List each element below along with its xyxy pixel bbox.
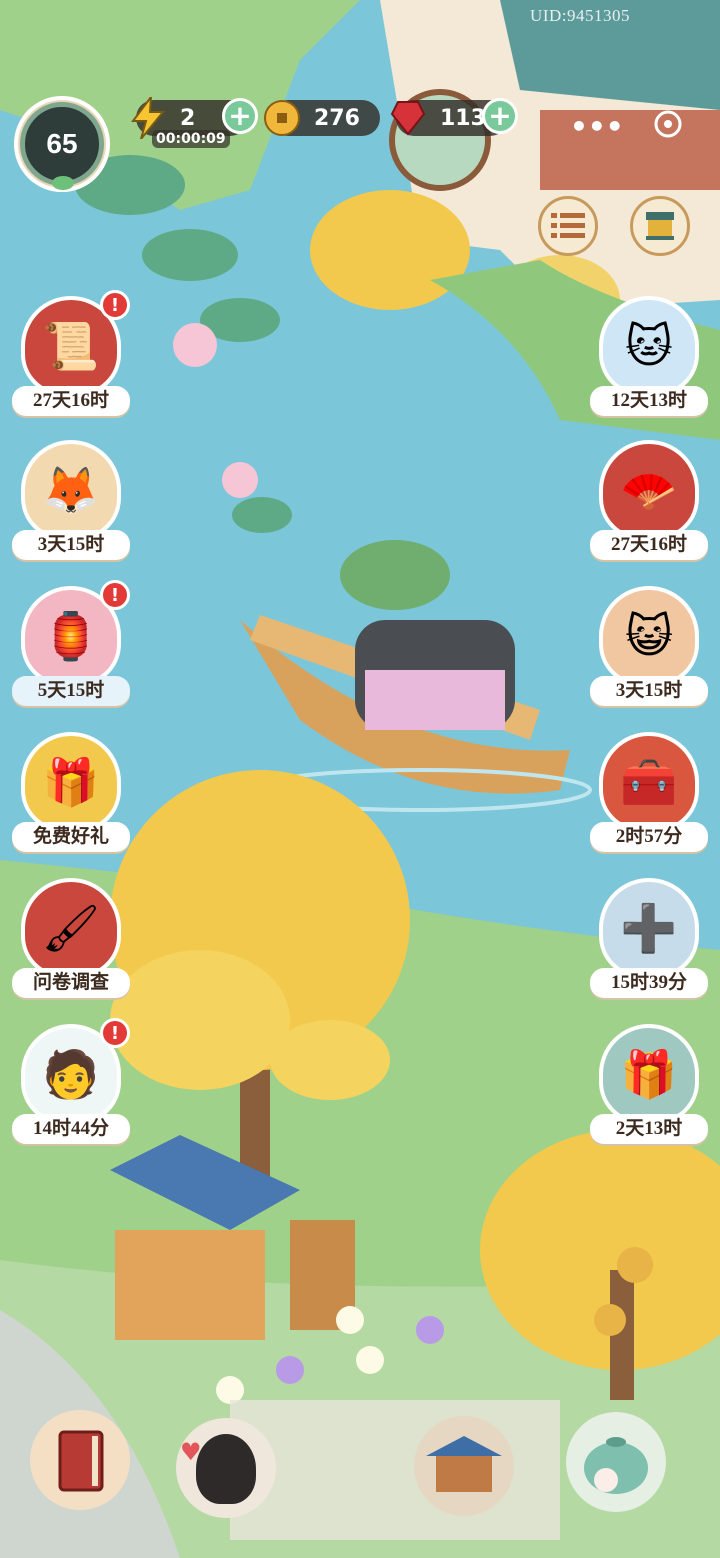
leaf-icon — [52, 176, 74, 190]
event-timer: 27天16时 — [590, 530, 708, 560]
free-gift-icon: 🎁 — [21, 732, 121, 832]
drum-icon — [646, 212, 674, 240]
heart-icon: ♥ — [180, 1438, 202, 1466]
character-portrait-button[interactable]: ♥ — [176, 1418, 276, 1518]
event-timer: 3天15时 — [590, 676, 708, 706]
right-event-1[interactable]: 🪭 27天16时 — [590, 440, 708, 560]
left-event-2[interactable]: 🏮 ! 5天15时 — [12, 580, 130, 706]
teapot-icon — [584, 1437, 648, 1494]
coin-counter: 276 — [264, 100, 380, 136]
treasure-chest-icon: 🧰 — [599, 732, 699, 832]
pavilion-icon — [426, 1436, 502, 1492]
lucky-cat-icon: 😺 — [599, 586, 699, 686]
player-level-badge[interactable]: 65 — [14, 96, 110, 192]
left-event-3[interactable]: 🎁 免费好礼 — [12, 732, 130, 852]
event-timer: 3天15时 — [12, 530, 130, 560]
alert-badge: ! — [100, 290, 130, 320]
event-timer: 12天13时 — [590, 386, 708, 416]
event-timer: 15时39分 — [590, 968, 708, 998]
close-circle-icon[interactable] — [652, 108, 684, 147]
event-timer: 2天13时 — [590, 1114, 708, 1144]
book-icon — [58, 1430, 104, 1492]
survey-scroll-icon: 🖌 — [21, 878, 121, 978]
cat-character-icon: 🐱 — [599, 296, 699, 396]
fox-character-icon: 🦊 — [21, 440, 121, 540]
right-event-0[interactable]: 🐱 12天13时 — [590, 296, 708, 416]
alert-badge: ! — [100, 580, 130, 610]
jade-gift-box-icon: 🎁 — [599, 1024, 699, 1124]
shop-building-button[interactable] — [414, 1416, 514, 1516]
right-event-3[interactable]: 🧰 2时57分 — [590, 732, 708, 852]
left-event-1[interactable]: 🦊 3天15时 — [12, 440, 130, 560]
event-timer: 5天15时 — [12, 676, 130, 706]
ruby-icon — [388, 96, 428, 140]
right-event-2[interactable]: 😺 3天15时 — [590, 586, 708, 706]
level-number: 65 — [20, 102, 104, 186]
left-event-0[interactable]: 📜 ! 27天16时 — [12, 290, 130, 416]
journal-book-button[interactable] — [30, 1410, 130, 1510]
free-gift-label: 免费好礼 — [12, 822, 130, 852]
survey-label: 问卷调查 — [12, 968, 130, 998]
event-timer: 2时57分 — [590, 822, 708, 852]
alert-badge: ! — [100, 1018, 130, 1048]
avatar — [196, 1434, 256, 1504]
left-event-5[interactable]: 🧑 ! 14时44分 — [12, 1018, 130, 1144]
left-event-4[interactable]: 🖌 问卷调查 — [12, 878, 130, 998]
list-icon — [551, 213, 585, 238]
coin-icon — [262, 96, 302, 140]
player-uid: UID:9451305 — [530, 6, 630, 25]
add-gems-button[interactable]: + — [482, 98, 518, 134]
shop-drum-button[interactable] — [630, 196, 690, 256]
right-event-5[interactable]: 🎁 2天13时 — [590, 1024, 708, 1144]
event-timer: 27天16时 — [12, 386, 130, 416]
gem-counter: 113 + — [390, 98, 518, 136]
more-menu-button[interactable]: ••• — [570, 110, 624, 143]
add-energy-button[interactable]: + — [222, 98, 258, 134]
right-event-4[interactable]: ➕ 15时39分 — [590, 878, 708, 998]
fan-coins-icon: 🪭 — [599, 440, 699, 540]
task-list-button[interactable] — [538, 196, 598, 256]
teapot-button[interactable] — [566, 1412, 666, 1512]
energy-timer: 00:00:09 — [152, 130, 230, 148]
plus-one-bonus-icon: ➕ — [599, 878, 699, 978]
event-timer: 14时44分 — [12, 1114, 130, 1144]
